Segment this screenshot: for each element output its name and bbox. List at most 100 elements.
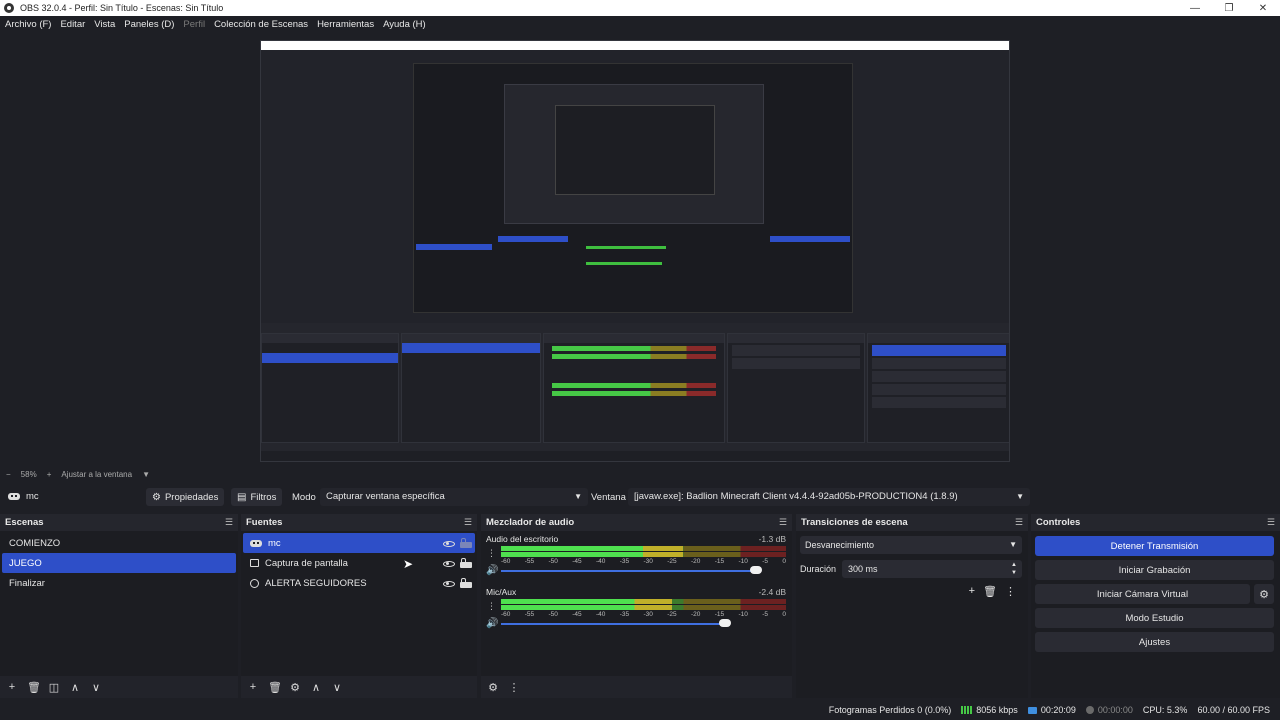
settings-button[interactable]: Ajustes — [1035, 632, 1274, 652]
minimize-button[interactable]: — — [1178, 0, 1212, 16]
dock-menu-icon[interactable]: ☰ — [1267, 517, 1275, 528]
filter-icon: ▤ — [237, 491, 247, 503]
menu-editar[interactable]: Editar — [60, 19, 85, 30]
controls-header: Controles ☰ — [1031, 514, 1280, 531]
start-recording-button[interactable]: Iniciar Grabación — [1035, 560, 1274, 580]
dock-menu-icon[interactable]: ☰ — [464, 517, 472, 528]
filters-button[interactable]: ▤ Filtros — [231, 488, 283, 506]
scene-item-juego[interactable]: JUEGO — [2, 553, 236, 573]
mixer-title: Mezclador de audio — [486, 517, 575, 528]
zoom-in-button[interactable]: + — [47, 470, 52, 479]
chevron-down-icon: ▼ — [1016, 492, 1024, 501]
properties-button[interactable]: ⚙ Propiedades — [146, 488, 225, 506]
mixer-menu-button[interactable]: ⋮ — [508, 681, 520, 694]
eye-icon — [443, 541, 455, 547]
speaker-icon[interactable]: 🔊 — [486, 618, 498, 629]
nested-preview — [413, 63, 853, 313]
source-item-captura[interactable]: Captura de pantalla — [243, 553, 475, 573]
speaker-icon[interactable]: 🔊 — [486, 565, 498, 576]
stop-streaming-button[interactable]: Detener Transmisión — [1035, 536, 1274, 556]
duration-input[interactable]: 300 ms ▲ ▼ — [842, 560, 1022, 578]
preview-canvas[interactable] — [260, 40, 1010, 462]
add-source-button[interactable]: + — [247, 681, 259, 693]
nested-scene-highlight — [416, 244, 492, 250]
controls-title: Controles — [1036, 517, 1081, 528]
source-properties-button[interactable]: ⚙ — [289, 681, 301, 694]
track-name: Mic/Aux — [486, 587, 517, 597]
obs-logo-icon — [4, 3, 14, 13]
nested-source-highlight — [498, 236, 568, 242]
start-virtual-camera-button[interactable]: Iniciar Cámara Virtual — [1035, 584, 1250, 604]
duration-spinner[interactable]: ▲ ▼ — [1011, 561, 1017, 577]
menu-archivo[interactable]: Archivo (F) — [5, 19, 51, 30]
mixer-body: Audio del escritorio -1.3 dB ⋮ -60 -55 -50… — [481, 531, 792, 676]
source-label: Captura de pantalla — [265, 557, 348, 569]
transition-select[interactable]: Desvanecimiento ▼ — [800, 536, 1022, 554]
move-source-up-button[interactable]: ∧ — [310, 681, 322, 694]
window-select[interactable]: [javaw.exe]: Badlion Minecraft Client v4… — [628, 488, 1030, 506]
volume-slider[interactable] — [501, 570, 756, 572]
source-item-alerta[interactable]: ALERTA SEGUIDORES — [243, 573, 475, 593]
menu-coleccion-escenas[interactable]: Colección de Escenas — [214, 19, 308, 30]
transition-menu-button[interactable]: ⋮ — [1005, 585, 1016, 598]
sources-title: Fuentes — [246, 517, 283, 528]
visibility-toggle[interactable] — [438, 537, 455, 547]
add-transition-button[interactable]: + — [969, 585, 975, 598]
remove-transition-button[interactable]: 🗑 — [983, 585, 997, 598]
dock-menu-icon[interactable]: ☰ — [225, 517, 233, 528]
add-scene-button[interactable]: + — [6, 681, 18, 693]
duration-value: 300 ms — [848, 564, 878, 574]
mixer-settings-button[interactable]: ⚙ — [487, 681, 499, 694]
bitrate-value: 8056 kbps — [976, 705, 1018, 715]
track-menu-icon[interactable]: ⋮ — [487, 601, 496, 612]
window-controls: — ❐ ✕ — [1178, 0, 1280, 16]
bitrate-indicator: 8056 kbps — [961, 705, 1018, 715]
track-db: -1.3 dB — [758, 534, 786, 544]
visibility-toggle[interactable] — [438, 557, 455, 567]
scene-filters-button[interactable]: ◫ — [48, 681, 60, 694]
nested-title-bar — [261, 41, 1009, 50]
close-button[interactable]: ✕ — [1246, 0, 1280, 16]
menu-paneles[interactable]: Paneles (D) — [124, 19, 174, 30]
volume-slider-handle[interactable] — [719, 619, 731, 627]
menu-herramientas[interactable]: Herramientas — [317, 19, 374, 30]
dock-menu-icon[interactable]: ☰ — [779, 517, 787, 528]
move-scene-up-button[interactable]: ∧ — [69, 681, 81, 694]
dock-menu-icon[interactable]: ☰ — [1015, 517, 1023, 528]
source-item-mc[interactable]: mc — [243, 533, 475, 553]
remove-scene-button[interactable]: 🗑 — [27, 681, 41, 694]
lock-toggle[interactable] — [455, 557, 472, 568]
menu-vista[interactable]: Vista — [94, 19, 115, 30]
nested-transitions-panel — [727, 333, 865, 443]
track-menu-icon[interactable]: ⋮ — [487, 548, 496, 559]
mode-value: Capturar ventana específica — [326, 491, 445, 502]
lock-toggle[interactable] — [455, 537, 472, 548]
stream-timer: 00:20:09 — [1027, 705, 1076, 715]
transition-tools: + 🗑 ⋮ — [961, 585, 1016, 598]
virtual-camera-settings-button[interactable]: ⚙ — [1254, 584, 1274, 604]
studio-mode-button[interactable]: Modo Estudio — [1035, 608, 1274, 628]
volume-slider[interactable] — [501, 623, 725, 625]
zoom-out-button[interactable]: − — [6, 470, 11, 479]
move-source-down-button[interactable]: ∨ — [331, 681, 343, 694]
zoom-fit-label[interactable]: Ajustar a la ventana — [61, 470, 132, 479]
preview-area[interactable] — [0, 33, 1280, 467]
scene-item-finalizar[interactable]: Finalizar — [2, 573, 236, 593]
lock-icon — [460, 538, 472, 548]
recording-timer: 00:00:00 — [1085, 705, 1133, 715]
level-meter-fill — [501, 599, 672, 604]
zoom-dropdown-caret[interactable]: ▼ — [142, 470, 150, 479]
gamepad-icon — [8, 493, 20, 500]
menu-ayuda[interactable]: Ayuda (H) — [383, 19, 426, 30]
scene-item-comienzo[interactable]: COMIENZO — [2, 533, 236, 553]
mode-select[interactable]: Capturar ventana específica ▼ — [320, 488, 588, 506]
volume-slider-handle[interactable] — [750, 566, 762, 574]
visibility-toggle[interactable] — [438, 577, 455, 587]
stream-icon — [1027, 706, 1037, 714]
move-scene-down-button[interactable]: ∨ — [90, 681, 102, 694]
remove-source-button[interactable]: 🗑 — [268, 681, 282, 694]
lock-toggle[interactable] — [455, 577, 472, 588]
maximize-button[interactable]: ❐ — [1212, 0, 1246, 16]
eye-icon — [443, 581, 455, 587]
level-meter — [501, 599, 786, 604]
